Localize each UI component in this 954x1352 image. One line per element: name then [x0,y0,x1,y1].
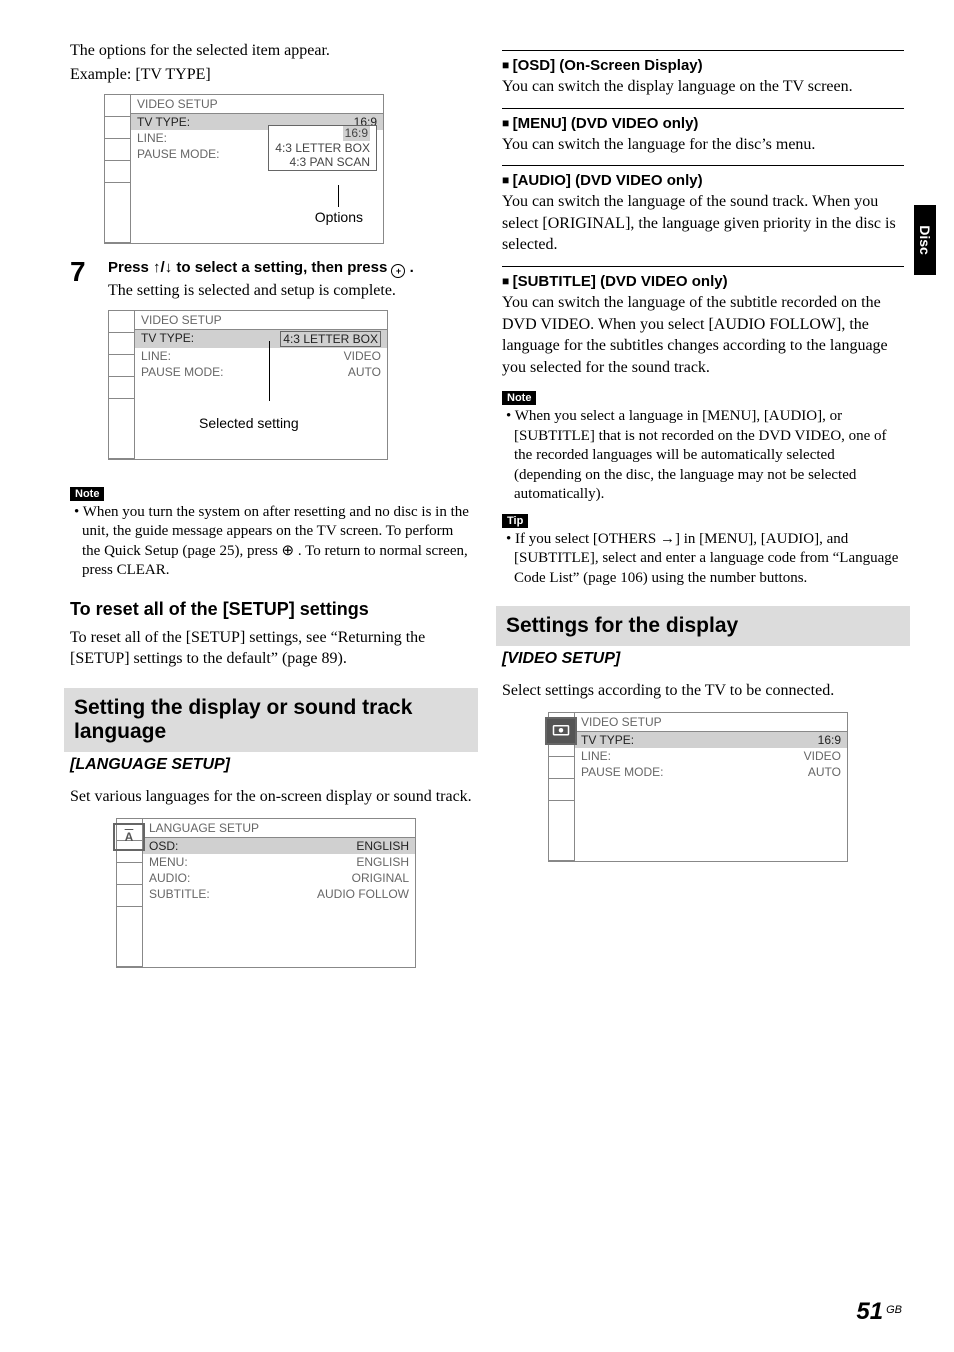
osd-screen-language: A LANGUAGE SETUP OSD: ENGLISH MENU: ENGLIS… [116,818,416,968]
osd-title: VIDEO SETUP [575,713,847,732]
bullet-square-icon: ■ [502,173,513,187]
osd-title: VIDEO SETUP [135,311,387,330]
osd-row-label: PAUSE MODE: [137,147,219,161]
tip-list: If you select [OTHERS →] in [MENU], [AUD… [502,530,904,589]
step-number: 7 [70,258,94,474]
osd-body: You can switch the display language on t… [502,76,904,98]
page-number: 51GB [856,1298,902,1326]
osd-row-label: PAUSE MODE: [581,765,663,779]
osd-title: VIDEO SETUP [131,95,383,114]
osd-callout-label: Selected setting [199,415,299,431]
reset-heading: To reset all of the [SETUP] settings [70,599,472,621]
section-tab: Disc [914,205,936,275]
osd-row-value: AUTO [808,765,841,779]
osd-row-value: VIDEO [804,749,841,763]
video-body: Select settings according to the TV to b… [502,680,904,702]
section-heading-video: Settings for the display [496,606,910,646]
language-tab-icon: A [113,823,145,851]
note-badge: Note [70,487,104,501]
menu-heading: ■ [MENU] (DVD VIDEO only) [502,115,904,132]
section-heading-language: Setting the display or sound track langu… [64,688,478,752]
tv-icon [552,724,570,738]
subtitle-body: You can switch the language of the subti… [502,292,904,378]
language-body: Set various languages for the on-screen … [70,786,472,808]
note-list: When you turn the system on after resett… [70,503,472,581]
audio-heading: ■ [AUDIO] (DVD VIDEO only) [502,172,904,189]
tip-item: If you select [OTHERS →] in [MENU], [AUD… [506,530,904,589]
bullet-square-icon: ■ [502,116,513,130]
tip-badge: Tip [502,514,528,528]
note-list: When you select a language in [MENU], [A… [502,407,904,505]
osd-row-label: LINE: [581,749,611,763]
section-subhead: [LANGUAGE SETUP] [70,756,472,774]
osd-row-value: VIDEO [344,349,381,363]
bullet-square-icon: ■ [502,274,513,288]
note-item: When you turn the system on after resett… [74,503,472,581]
osd-row-label: PAUSE MODE: [141,365,223,379]
osd-heading: ■ [OSD] (On-Screen Display) [502,57,904,74]
osd-option: 4:3 PAN SCAN [275,155,370,169]
note-item: When you select a language in [MENU], [A… [506,407,904,505]
osd-row-label: LINE: [137,131,167,145]
osd-row-value: ENGLISH [356,855,409,869]
osd-screen-options: VIDEO SETUP TV TYPE: 16:9 LINE: PAUSE MOD… [104,94,384,244]
osd-option: 4:3 LETTER BOX [275,141,370,155]
arrow-keys-icon: ↑/↓ [153,259,172,276]
osd-row-value: ORIGINAL [352,871,409,885]
osd-callout-label: Options [315,209,363,225]
step-7: 7 Press ↑/↓ to select a setting, then pr… [70,258,472,474]
osd-row-label: TV TYPE: [141,331,194,347]
osd-row-label: OSD: [149,839,178,853]
osd-title: LANGUAGE SETUP [143,819,415,838]
osd-screen-selected: VIDEO SETUP TV TYPE: 4:3 LETTER BOX LINE:… [108,310,388,460]
osd-row-label: TV TYPE: [137,115,190,129]
section-tab-label: Disc [917,225,933,255]
osd-row-label: TV TYPE: [581,733,634,747]
osd-options-popup: 16:9 4:3 LETTER BOX 4:3 PAN SCAN [268,125,377,170]
intro-line-2: Example: [TV TYPE] [70,66,472,84]
video-tab-icon [545,717,577,745]
osd-screen-video: VIDEO SETUP TV TYPE: 16:9 LINE: VIDEO PAUS… [548,712,848,862]
intro-line-1: The options for the selected item appear… [70,40,472,62]
menu-body: You can switch the language for the disc… [502,134,904,156]
enter-button-icon: + [391,264,405,278]
osd-row-value: AUDIO FOLLOW [317,887,409,901]
osd-row-value: ENGLISH [356,839,409,853]
step-description: The setting is selected and setup is com… [108,280,472,302]
bullet-square-icon: ■ [502,58,513,72]
osd-row-label: SUBTITLE: [149,887,210,901]
note-badge: Note [502,391,536,405]
audio-body: You can switch the language of the sound… [502,191,904,256]
osd-option: 16:9 [343,126,370,140]
osd-row-value: 16:9 [818,733,841,747]
section-subhead: [VIDEO SETUP] [502,650,904,668]
osd-row-value: AUTO [348,365,381,379]
osd-row-label: AUDIO: [149,871,190,885]
osd-row-value: 4:3 LETTER BOX [280,331,381,347]
subtitle-heading: ■ [SUBTITLE] (DVD VIDEO only) [502,273,904,290]
left-column: The options for the selected item appear… [70,40,472,982]
step-heading: Press ↑/↓ to select a setting, then pres… [108,258,472,278]
osd-row-label: MENU: [149,855,188,869]
osd-row-label: LINE: [141,349,171,363]
right-column: ■ [OSD] (On-Screen Display) You can swit… [502,40,904,982]
reset-body: To reset all of the [SETUP] settings, se… [70,627,472,670]
